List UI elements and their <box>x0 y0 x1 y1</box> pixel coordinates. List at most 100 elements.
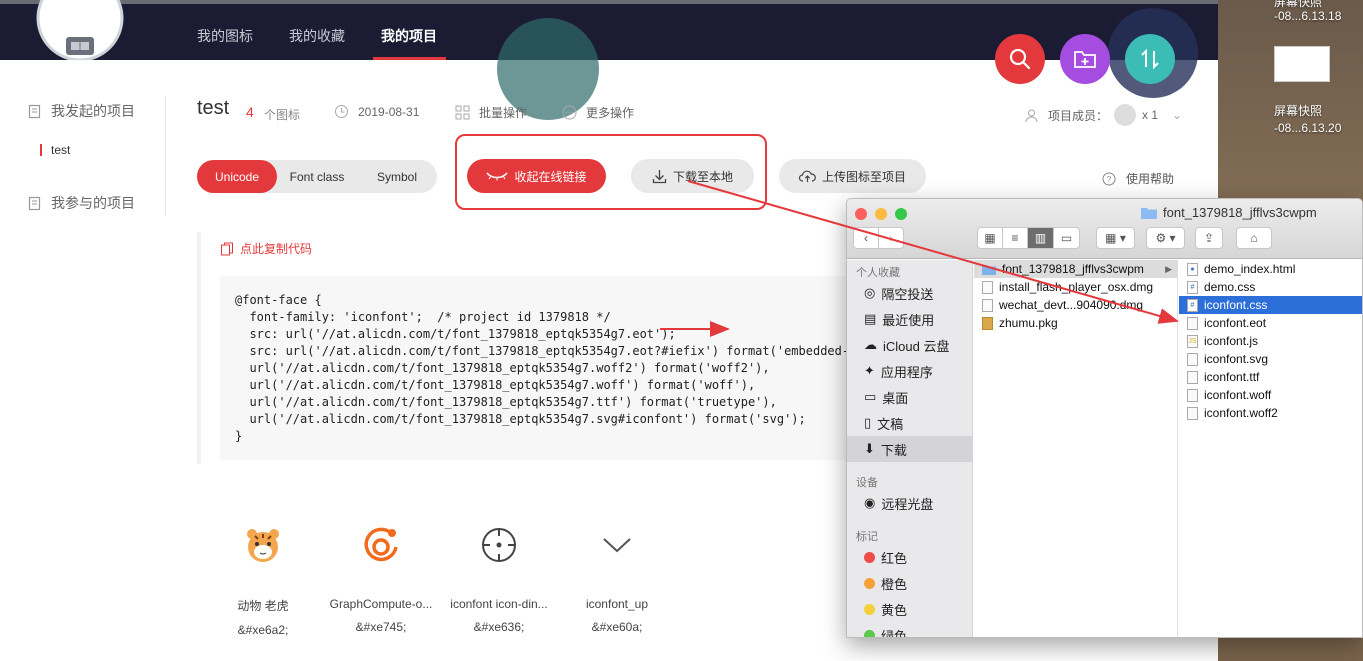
file-row[interactable]: ● demo_index.html <box>1179 260 1362 278</box>
sidebar-tag-yellow[interactable]: 黄色 <box>847 596 973 622</box>
file-row[interactable]: install_flash_player_osx.dmg <box>974 278 1153 296</box>
file-icon <box>1187 406 1198 420</box>
section-header: 标记 <box>856 531 878 543</box>
tab-unicode[interactable]: Unicode <box>197 160 277 193</box>
recents-icon: ▤ <box>864 311 877 326</box>
add-project-button[interactable] <box>1060 34 1110 84</box>
copy-code-link[interactable]: 点此复制代码 <box>220 240 312 257</box>
minimize-window-button[interactable] <box>875 208 887 220</box>
group-by-icon[interactable]: ▦ ▾ <box>1096 227 1135 249</box>
file-row[interactable]: zhumu.pkg <box>974 314 1058 332</box>
sidebar-tag-orange[interactable]: 橙色 <box>847 570 973 596</box>
sidebar-item-icloud[interactable]: ☁ iCloud 云盘 <box>847 332 973 358</box>
icon-code: &#xe636; <box>473 620 525 634</box>
red-tag-icon <box>864 551 875 563</box>
font-face-code-block[interactable]: @font-face { font-family: 'iconfont'; /*… <box>220 276 860 460</box>
active-project-marker <box>40 144 42 156</box>
file-row[interactable]: iconfont.ttf <box>1179 368 1362 386</box>
astronaut-logo-icon[interactable] <box>32 0 128 60</box>
icon-card[interactable]: iconfont icon-din... &#xe636; <box>444 520 554 634</box>
dmg-file-icon <box>982 298 993 312</box>
chevron-down-icon[interactable]: ⌄ <box>1172 108 1182 122</box>
forward-button[interactable]: › <box>878 227 904 249</box>
tiger-icon <box>247 529 279 562</box>
icon-name: iconfont_up <box>585 597 649 611</box>
sort-button[interactable] <box>1125 34 1175 84</box>
tag-icon[interactable]: ⌂ <box>1236 227 1272 249</box>
sidebar-item-airdrop[interactable]: ◎ 隔空投送 <box>847 280 973 306</box>
gear-icon[interactable]: ⚙ ▾ <box>1146 227 1185 249</box>
cloud-icon: ☁ <box>864 337 877 352</box>
sidebar-item-joined[interactable]: 我参与的项目 <box>28 193 135 213</box>
applications-icon: ✦ <box>864 363 875 378</box>
chevron-down-icon <box>603 538 631 553</box>
html-file-icon: ● <box>1187 262 1198 276</box>
sidebar-item-documents[interactable]: ▯ 文稿 <box>847 410 973 436</box>
tab-my-favorites[interactable]: 我的收藏 <box>289 26 345 46</box>
screenshot-thumbnail[interactable] <box>1274 46 1330 82</box>
search-button[interactable] <box>995 34 1045 84</box>
tab-symbol[interactable]: Symbol <box>357 160 437 193</box>
avatar[interactable] <box>1114 104 1137 126</box>
disclosure-arrow-icon: ▶ <box>1165 263 1172 274</box>
file-row[interactable]: JS iconfont.js <box>1179 332 1362 350</box>
green-tag-icon <box>864 629 875 637</box>
icon-name: iconfont icon-din... <box>450 597 548 611</box>
icon-card[interactable]: 动物 老虎 &#xe6a2; <box>208 520 318 637</box>
file-row[interactable]: wechat_devt...904090.dmg <box>974 296 1143 314</box>
css-file-icon: # <box>1187 280 1198 294</box>
sort-icon <box>1141 48 1159 70</box>
more-icon <box>562 105 577 120</box>
sidebar-tag-green[interactable]: 绿色 <box>847 622 973 637</box>
tab-my-projects[interactable]: 我的项目 <box>381 26 437 46</box>
active-tab-indicator <box>373 57 446 60</box>
file-row[interactable]: iconfont.svg <box>1179 350 1362 368</box>
sidebar-item-applications[interactable]: ✦ 应用程序 <box>847 358 973 384</box>
sidebar-item-initiated[interactable]: 我发起的项目 <box>28 101 135 121</box>
upload-icons-button[interactable]: 上传图标至项目 <box>779 159 926 193</box>
zoom-window-button[interactable] <box>895 208 907 220</box>
code-section-rule <box>197 232 201 464</box>
list-view-icon[interactable]: ≡ <box>1002 227 1028 249</box>
batch-operation-button[interactable]: 批量操作 <box>455 104 527 121</box>
sidebar-tag-red[interactable]: 红色 <box>847 544 973 570</box>
tab-my-icons[interactable]: 我的图标 <box>197 26 253 46</box>
js-file-icon: JS <box>1187 334 1198 348</box>
sidebar-item-label: 我发起的项目 <box>51 103 135 119</box>
file-row[interactable]: iconfont.woff2 <box>1179 404 1362 422</box>
sidebar-project-test[interactable]: test <box>51 143 70 157</box>
sidebar-item-desktop[interactable]: ▭ 桌面 <box>847 384 973 410</box>
file-row[interactable]: iconfont.woff <box>1179 386 1362 404</box>
more-operations-button[interactable]: 更多操作 <box>562 104 634 121</box>
desktop-caption: -08...6.13.20 <box>1274 121 1342 135</box>
finder-column-font-folder: ● demo_index.html # demo.css # iconfont.css… <box>1179 260 1362 637</box>
icon-card[interactable]: iconfont_up &#xe60a; <box>562 520 672 634</box>
back-button[interactable]: ‹ <box>853 227 879 249</box>
desktop-caption: -08...6.13.18 <box>1274 9 1342 23</box>
tab-font-class[interactable]: Font class <box>277 160 357 193</box>
icon-view-icon[interactable]: ▦ <box>977 227 1003 249</box>
file-row[interactable]: iconfont.eot <box>1179 314 1362 332</box>
file-row-selected[interactable]: # iconfont.css <box>1179 296 1362 314</box>
close-window-button[interactable] <box>855 208 867 220</box>
project-members[interactable]: 项目成员： x 1 ⌄ <box>1024 104 1182 126</box>
icon-name: GraphCompute-o... <box>329 597 433 611</box>
folder-icon <box>1141 207 1157 219</box>
share-icon[interactable]: ⇪ <box>1195 227 1223 249</box>
user-icon <box>1025 109 1038 122</box>
sidebar-item-downloads[interactable]: ⬇ 下载 <box>847 436 973 462</box>
help-link[interactable]: ? 使用帮助 <box>1102 170 1174 187</box>
sidebar-item-recents[interactable]: ▤ 最近使用 <box>847 306 973 332</box>
file-row[interactable]: # demo.css <box>1179 278 1362 296</box>
icon-code: &#xe60a; <box>591 620 643 634</box>
gallery-view-icon[interactable]: ▭ <box>1053 227 1080 249</box>
column-view-icon[interactable]: ▥ <box>1027 227 1054 249</box>
document-icon <box>28 104 41 118</box>
file-icon <box>1187 388 1198 402</box>
file-icon <box>1187 316 1198 330</box>
icon-card[interactable]: GraphCompute-o... &#xe745; <box>326 520 436 634</box>
code-text: @font-face { font-family: 'iconfont'; /*… <box>235 293 850 443</box>
folder-row[interactable]: font_1379818_jfflvs3cwpm ▶ <box>974 260 1178 278</box>
finder-title: font_1379818_jfflvs3cwpm <box>1141 205 1317 220</box>
sidebar-item-remote-disc[interactable]: ◉ 远程光盘 <box>847 490 973 516</box>
